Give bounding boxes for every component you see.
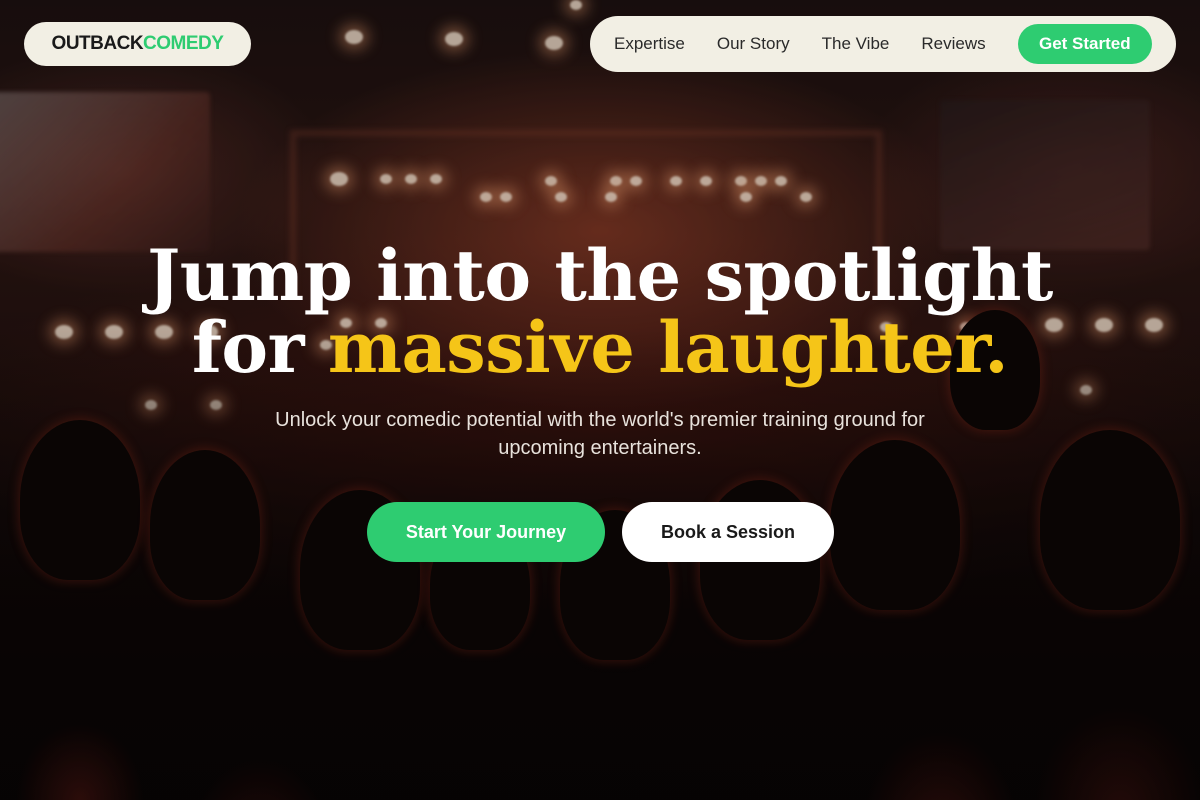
get-started-button[interactable]: Get Started bbox=[1017, 24, 1152, 64]
main-nav: Expertise Our Story The Vibe Reviews Get… bbox=[590, 16, 1176, 72]
hero-headline-highlight: massive laughter. bbox=[327, 306, 1009, 389]
nav-link-the-vibe[interactable]: The Vibe bbox=[822, 34, 890, 54]
brand-name-primary: OUTBACK bbox=[51, 33, 144, 54]
hero-headline: Jump into the spotlight for massive laug… bbox=[0, 240, 1200, 384]
nav-link-expertise[interactable]: Expertise bbox=[614, 34, 685, 54]
nav-link-our-story[interactable]: Our Story bbox=[717, 34, 790, 54]
nav-link-reviews[interactable]: Reviews bbox=[921, 34, 985, 54]
brand-logo[interactable]: OUTBACK COMEDY bbox=[24, 22, 251, 66]
hero-subtext: Unlock your comedic potential with the w… bbox=[275, 409, 925, 459]
hero-headline-line1: Jump into the spotlight bbox=[147, 234, 1053, 317]
hero-cta-group: Start Your Journey Book a Session bbox=[367, 502, 834, 562]
brand-name-accent: COMEDY bbox=[143, 33, 224, 54]
book-session-button[interactable]: Book a Session bbox=[622, 502, 834, 562]
hero-section: OUTBACK COMEDY Expertise Our Story The Vi… bbox=[0, 0, 1200, 800]
hero-headline-line2-prefix: for bbox=[191, 306, 328, 389]
start-journey-button[interactable]: Start Your Journey bbox=[367, 502, 605, 562]
hero-dark-overlay bbox=[0, 0, 1200, 800]
